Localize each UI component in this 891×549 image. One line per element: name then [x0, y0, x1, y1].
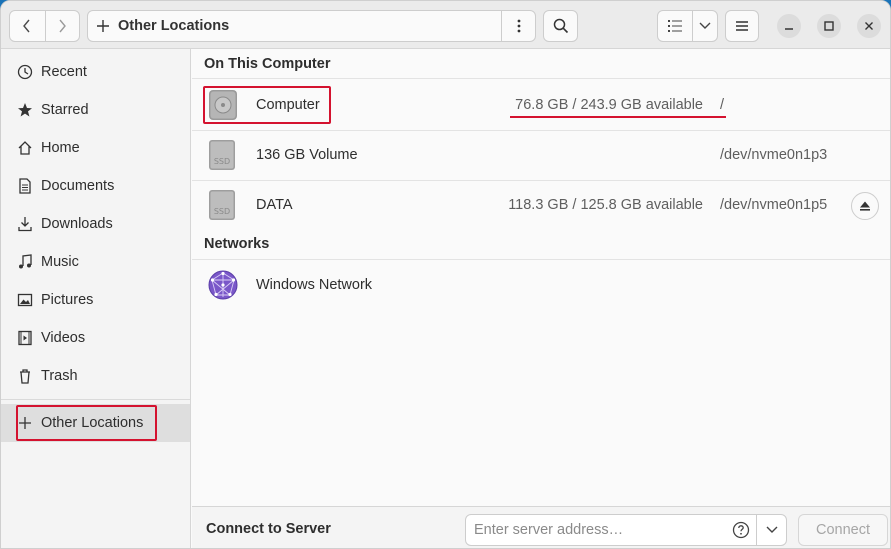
minimize-icon — [785, 28, 793, 30]
sidebar-item-label: Documents — [41, 178, 115, 194]
sidebar-item-label: Music — [41, 254, 79, 270]
hard-disk-icon — [209, 90, 237, 120]
sidebar-item-label: Other Locations — [41, 415, 144, 431]
sidebar-item-label: Home — [41, 140, 80, 156]
maximize-button[interactable] — [817, 14, 841, 38]
sidebar-item-documents[interactable]: Documents — [1, 167, 190, 205]
maximize-icon — [824, 21, 834, 31]
location-row-136gb-volume[interactable]: SSD 136 GB Volume /dev/nvme0n1p3 — [192, 130, 890, 180]
capacity-text: 76.8 GB / 243.9 GB available — [515, 97, 703, 113]
location-label: Other Locations — [118, 18, 230, 34]
section-title-networks: Networks — [204, 236, 270, 252]
chevron-down-icon — [699, 22, 711, 29]
path-menu-button[interactable] — [501, 11, 535, 41]
sidebar: Recent Starred Home Documents Downloads … — [1, 49, 191, 548]
picture-icon — [17, 292, 33, 308]
list-view-icon — [668, 20, 682, 32]
back-button[interactable] — [10, 11, 45, 41]
server-address-input[interactable] — [474, 519, 729, 541]
trash-icon — [17, 368, 33, 384]
sidebar-item-label: Starred — [41, 102, 89, 118]
sidebar-item-videos[interactable]: Videos — [1, 319, 190, 357]
chevron-left-icon — [23, 19, 30, 33]
location-row-data[interactable]: SSD DATA 118.3 GB / 125.8 GB available /… — [192, 180, 890, 230]
location-row-computer[interactable]: Computer 76.8 GB / 243.9 GB available / — [192, 80, 890, 130]
eject-icon — [860, 201, 870, 211]
chevron-down-icon — [766, 526, 777, 533]
sidebar-item-label: Recent — [41, 64, 87, 80]
sidebar-separator — [1, 399, 190, 400]
server-address-combo — [465, 514, 787, 546]
search-button[interactable] — [543, 10, 578, 42]
sidebar-item-label: Pictures — [41, 292, 94, 308]
view-options-button[interactable] — [692, 11, 717, 41]
sidebar-item-other-locations[interactable]: Other Locations — [1, 404, 190, 442]
help-circle-icon[interactable] — [732, 521, 750, 539]
sidebar-item-trash[interactable]: Trash — [1, 357, 190, 395]
location-bar[interactable]: Other Locations — [87, 10, 536, 42]
eject-button[interactable] — [851, 192, 879, 220]
svg-text:SSD: SSD — [214, 157, 230, 166]
view-switcher — [657, 10, 718, 42]
mount-path: /dev/nvme0n1p5 — [720, 197, 828, 213]
mount-path: / — [720, 97, 725, 113]
annotation-underline — [510, 116, 726, 118]
divider — [192, 78, 890, 79]
ssd-drive-icon: SSD — [209, 190, 235, 220]
svg-text:SSD: SSD — [214, 207, 230, 216]
sidebar-item-home[interactable]: Home — [1, 129, 190, 167]
download-icon — [17, 216, 33, 232]
file-manager-window: Other Locations Recent Starred Home Docu… — [0, 0, 891, 549]
location-name: Windows Network — [256, 277, 373, 293]
view-button[interactable] — [658, 11, 692, 41]
section-title-on-this-computer: On This Computer — [204, 56, 331, 72]
chevron-right-icon — [59, 19, 67, 33]
close-icon — [865, 22, 873, 30]
header-bar: Other Locations — [1, 1, 890, 49]
search-icon — [553, 18, 568, 34]
music-icon — [17, 254, 33, 270]
sidebar-item-pictures[interactable]: Pictures — [1, 281, 190, 319]
forward-button[interactable] — [44, 11, 80, 41]
sidebar-item-recent[interactable]: Recent — [1, 53, 190, 91]
location-name: DATA — [256, 197, 293, 213]
main-menu-button[interactable] — [725, 10, 759, 42]
mount-path: /dev/nvme0n1p3 — [720, 147, 828, 163]
hamburger-menu-icon — [736, 21, 748, 31]
sidebar-item-label: Videos — [41, 330, 86, 346]
minimize-button[interactable] — [777, 14, 801, 38]
connect-button[interactable]: Connect — [798, 514, 888, 546]
sidebar-item-downloads[interactable]: Downloads — [1, 205, 190, 243]
plus-icon — [97, 20, 109, 32]
sidebar-item-label: Downloads — [41, 216, 113, 232]
location-name: Computer — [256, 97, 320, 113]
clock-icon — [17, 64, 33, 80]
sidebar-item-music[interactable]: Music — [1, 243, 190, 281]
ssd-drive-icon: SSD — [209, 140, 235, 170]
capacity-text: 118.3 GB / 125.8 GB available — [508, 197, 703, 213]
plus-icon — [17, 415, 33, 431]
network-globe-icon — [208, 270, 238, 300]
vertical-dots-icon — [517, 19, 520, 33]
star-icon — [17, 102, 33, 118]
location-row-windows-network[interactable]: Windows Network — [192, 260, 890, 310]
other-locations-view: On This Computer Computer 76.8 GB / 243.… — [192, 49, 890, 506]
close-button[interactable] — [857, 14, 881, 38]
navigation-buttons — [9, 10, 80, 42]
video-icon — [17, 330, 33, 346]
sidebar-item-starred[interactable]: Starred — [1, 91, 190, 129]
connect-to-server-label: Connect to Server — [206, 521, 331, 537]
sidebar-item-label: Trash — [41, 368, 78, 384]
home-icon — [17, 140, 33, 156]
document-icon — [17, 178, 33, 194]
connect-to-server-bar: Connect to Server Connect — [192, 506, 890, 548]
location-name: 136 GB Volume — [256, 147, 358, 163]
location-button[interactable]: Other Locations — [96, 11, 229, 41]
recent-servers-dropdown[interactable] — [756, 515, 786, 545]
